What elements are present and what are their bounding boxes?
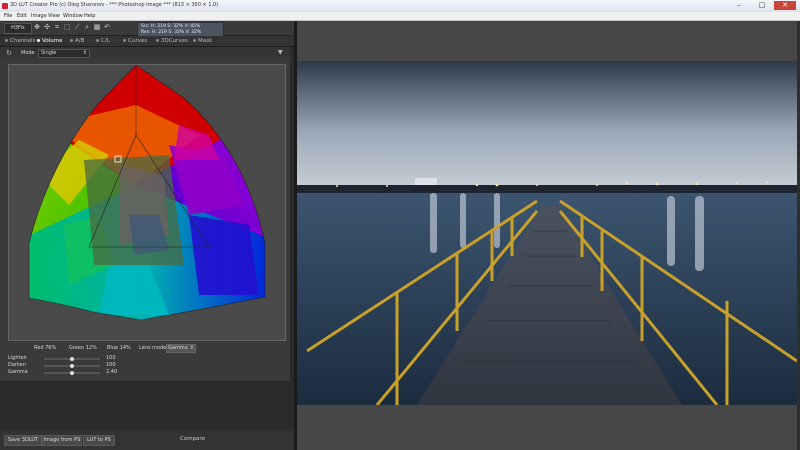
- crop-tool-icon[interactable]: ⌗: [53, 23, 61, 32]
- tab-label: Volume: [42, 38, 63, 44]
- tab-label: Mask: [198, 38, 213, 44]
- menu-help[interactable]: Help: [84, 12, 95, 20]
- mode-value: Single: [41, 50, 57, 56]
- move-tool-icon[interactable]: ✥: [33, 23, 41, 32]
- green-value: Green 12%: [69, 345, 97, 351]
- undo-tool-icon[interactable]: ↶: [103, 23, 111, 32]
- tab-dot-icon: [70, 39, 73, 42]
- slider-knob[interactable]: [70, 357, 74, 361]
- tab-label: A/B: [75, 38, 85, 44]
- tab-cl[interactable]: C/L: [96, 36, 110, 46]
- color-readout: Src: H: 219 S: 32% V: 45% Res: H: 219 S:…: [137, 22, 224, 37]
- tab-label: Curves: [128, 38, 148, 44]
- eyedropper-tool-icon[interactable]: ⟋: [73, 23, 81, 32]
- tab-mask[interactable]: Mask: [193, 36, 212, 46]
- app-icon: [2, 3, 8, 9]
- pan-tool-icon[interactable]: ✣: [43, 23, 51, 32]
- zoom-tool-icon[interactable]: ⌕: [83, 23, 91, 32]
- bottom-bar: Save 3DLUT Image from PS LUT to PS Compa…: [0, 431, 294, 450]
- mode-select[interactable]: Single ⇕: [38, 49, 90, 58]
- tab-label: 3DCurves: [161, 38, 188, 44]
- darken-label: Darken: [8, 362, 26, 368]
- darken-slider[interactable]: [44, 364, 100, 368]
- minimize-button[interactable]: –: [728, 1, 750, 10]
- close-button[interactable]: ✕: [774, 1, 796, 10]
- compare-button[interactable]: Compare: [180, 436, 205, 442]
- image-preview-area: [297, 21, 797, 450]
- lighten-value: 100: [106, 355, 116, 361]
- spin-arrows-icon: ⇕: [189, 345, 194, 351]
- mode-bar: ↻ Mode Single ⇕ ▼: [0, 47, 290, 59]
- gamma-slider[interactable]: [44, 371, 100, 375]
- volume-view[interactable]: [8, 64, 286, 341]
- tab-curves[interactable]: Curves: [123, 36, 147, 46]
- mode-label: Mode: [21, 50, 35, 56]
- tab-label: C/L: [101, 38, 110, 44]
- tab-channels[interactable]: Channels: [5, 36, 35, 46]
- menu-edit[interactable]: Edit: [17, 12, 27, 20]
- collapse-icon[interactable]: ▼: [278, 49, 283, 56]
- menu-image[interactable]: Image: [31, 12, 47, 20]
- lighten-slider[interactable]: [44, 357, 100, 361]
- tab-dot-icon: [37, 39, 40, 42]
- tab-label: Channels: [10, 38, 36, 44]
- menu-window[interactable]: Window: [63, 12, 83, 20]
- select-tool-icon[interactable]: ⬚: [63, 23, 71, 32]
- lensmode-select[interactable]: Gamma ⇕: [166, 344, 196, 353]
- tab-dot-icon: [193, 39, 196, 42]
- gamma-value: 2.40: [106, 369, 118, 375]
- gamma-label: Gamma: [8, 369, 28, 375]
- darken-value: 100: [106, 362, 116, 368]
- tab-3dcurves[interactable]: 3DCurves: [156, 36, 188, 46]
- tab-dot-icon: [96, 39, 99, 42]
- fps-select[interactable]: H3Fix: [4, 23, 32, 34]
- lighten-label: Lighten: [8, 355, 27, 361]
- reset-icon[interactable]: ↻: [6, 49, 12, 57]
- preview-photo[interactable]: [297, 61, 797, 405]
- lensmode-value: Gamma: [168, 345, 188, 351]
- tab-dot-icon: [156, 39, 159, 42]
- image-from-ps-button[interactable]: Image from PS: [42, 435, 82, 446]
- slider-knob[interactable]: [70, 364, 74, 368]
- lut-to-ps-button[interactable]: LUT to PS: [83, 435, 115, 446]
- red-value: Red 76%: [34, 345, 57, 351]
- readout-source: Src: H: 219 S: 32% V: 45%: [141, 24, 201, 29]
- tab-dot-icon: [123, 39, 126, 42]
- tab-bar: Channels Volume A/B C/L Curves 3DCurves …: [0, 36, 294, 47]
- tab-volume[interactable]: Volume: [37, 36, 62, 46]
- menu-file[interactable]: File: [4, 12, 12, 20]
- tab-dot-icon: [5, 39, 8, 42]
- maximize-button[interactable]: □: [751, 1, 773, 10]
- menu-bar: File Edit Image View Window Help: [0, 12, 800, 21]
- save-3dlut-button[interactable]: Save 3DLUT: [4, 435, 42, 446]
- tab-ab[interactable]: A/B: [70, 36, 84, 46]
- window-title: 3D LUT Creator Pro (c) Oleg Sharonov - *…: [10, 2, 219, 8]
- color-volume-graphic[interactable]: [9, 64, 285, 340]
- blue-value: Blue 14%: [107, 345, 131, 351]
- slider-knob[interactable]: [70, 371, 74, 375]
- readout-result: Res: H: 219 S: 32% V: 32%: [141, 30, 202, 35]
- spin-arrows-icon: ⇕: [82, 50, 87, 56]
- lensmode-label: Lens mode: [139, 345, 167, 351]
- grid-tool-icon[interactable]: ▦: [93, 23, 101, 32]
- volume-panel: ↻ Mode Single ⇕ ▼ Red 76% Green 12% Blue…: [0, 47, 290, 381]
- menu-view[interactable]: View: [48, 12, 60, 20]
